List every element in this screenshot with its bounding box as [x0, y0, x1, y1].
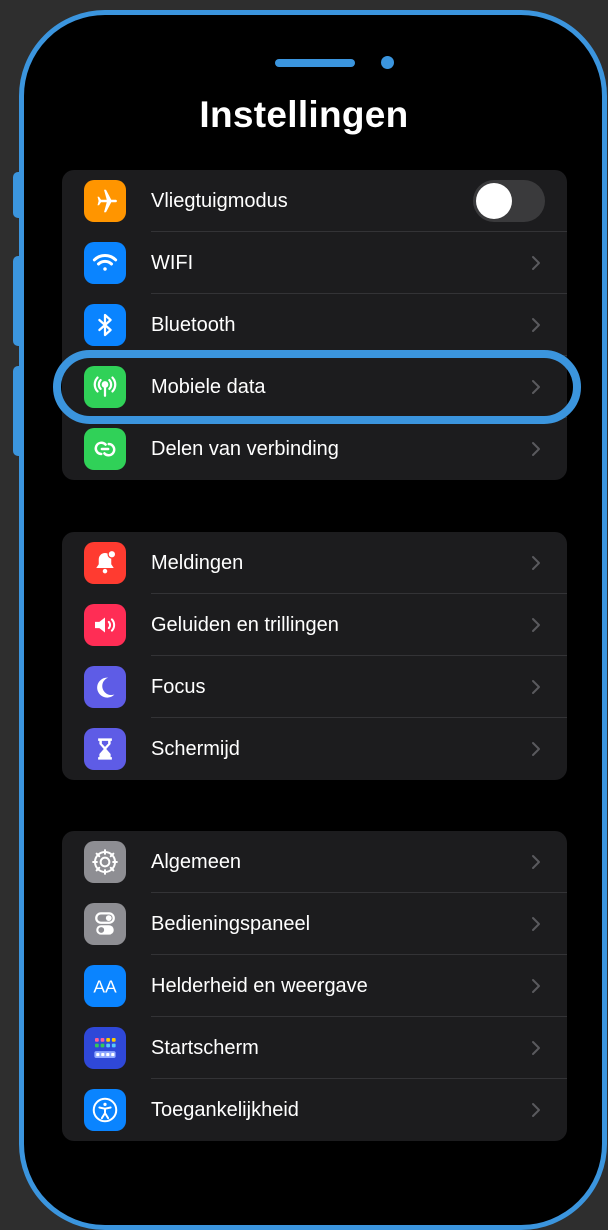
settings-group-general: Algemeen Bedieningspaneel AA Helderheid …	[62, 831, 567, 1141]
row-label: Algemeen	[151, 851, 242, 873]
row-home-screen[interactable]: Startscherm	[62, 1017, 567, 1079]
row-notifications[interactable]: Meldingen	[62, 532, 567, 594]
speaker-icon	[84, 604, 126, 646]
page-title: Instellingen	[199, 94, 409, 135]
switches-icon	[84, 903, 126, 945]
row-control-center[interactable]: Bedieningspaneel	[62, 893, 567, 955]
chevron-right-icon	[532, 442, 540, 456]
chevron-right-icon	[532, 855, 540, 869]
chevron-right-icon	[532, 680, 540, 694]
row-hotspot[interactable]: Delen van verbinding	[62, 418, 567, 480]
airplane-icon	[84, 180, 126, 222]
wifi-icon	[84, 242, 126, 284]
bluetooth-icon	[84, 304, 126, 346]
row-label: Bedieningspaneel	[151, 913, 311, 935]
row-label: Schermijd	[151, 738, 240, 760]
row-airplane-mode[interactable]: Vliegtuigmodus	[62, 170, 567, 232]
hourglass-icon	[84, 728, 126, 770]
accessibility-icon	[84, 1089, 126, 1131]
row-label: Bluetooth	[151, 314, 236, 336]
speaker-grille	[275, 59, 355, 67]
row-screen-time[interactable]: Schermijd	[62, 718, 567, 780]
gear-icon	[84, 841, 126, 883]
text-size-icon: AA	[84, 965, 126, 1007]
link-icon	[84, 428, 126, 470]
row-general[interactable]: Algemeen	[62, 831, 567, 893]
home-grid-icon	[84, 1027, 126, 1069]
chevron-right-icon	[532, 979, 540, 993]
row-wifi[interactable]: WIFI	[62, 232, 567, 294]
settings-group-connectivity: Vliegtuigmodus WIFI Bluetooth Mobiele da…	[62, 170, 567, 480]
chevron-right-icon	[532, 618, 540, 632]
row-display[interactable]: AA Helderheid en weergave	[62, 955, 567, 1017]
row-label: Startscherm	[151, 1037, 259, 1059]
chevron-right-icon	[532, 318, 540, 332]
chevron-right-icon	[532, 1103, 540, 1117]
row-label: Focus	[151, 676, 206, 698]
chevron-right-icon	[532, 742, 540, 756]
row-accessibility[interactable]: Toegankelijkheid	[62, 1079, 567, 1141]
row-focus[interactable]: Focus	[62, 656, 567, 718]
chevron-right-icon	[532, 556, 540, 570]
row-label: Toegankelijkheid	[151, 1099, 299, 1121]
settings-group-notifications: Meldingen Geluiden en trillingen Focus S…	[62, 532, 567, 780]
chevron-right-icon	[532, 256, 540, 270]
row-sounds[interactable]: Geluiden en trillingen	[62, 594, 567, 656]
moon-icon	[84, 666, 126, 708]
airplane-mode-toggle[interactable]	[473, 180, 545, 222]
chevron-right-icon	[532, 1041, 540, 1055]
svg-text:AA: AA	[93, 976, 117, 996]
mobile-data-highlight-ring	[53, 350, 581, 424]
row-label: Meldingen	[151, 552, 244, 574]
row-label: WIFI	[151, 252, 194, 274]
row-label: Delen van verbinding	[151, 438, 339, 460]
row-label: Vliegtuigmodus	[151, 190, 288, 212]
toggle-knob	[476, 183, 512, 219]
camera-dot	[381, 56, 394, 69]
chevron-right-icon	[532, 917, 540, 931]
row-bluetooth[interactable]: Bluetooth	[62, 294, 567, 356]
bell-icon	[84, 542, 126, 584]
row-label: Helderheid en weergave	[151, 975, 368, 997]
row-label: Geluiden en trillingen	[151, 614, 339, 636]
